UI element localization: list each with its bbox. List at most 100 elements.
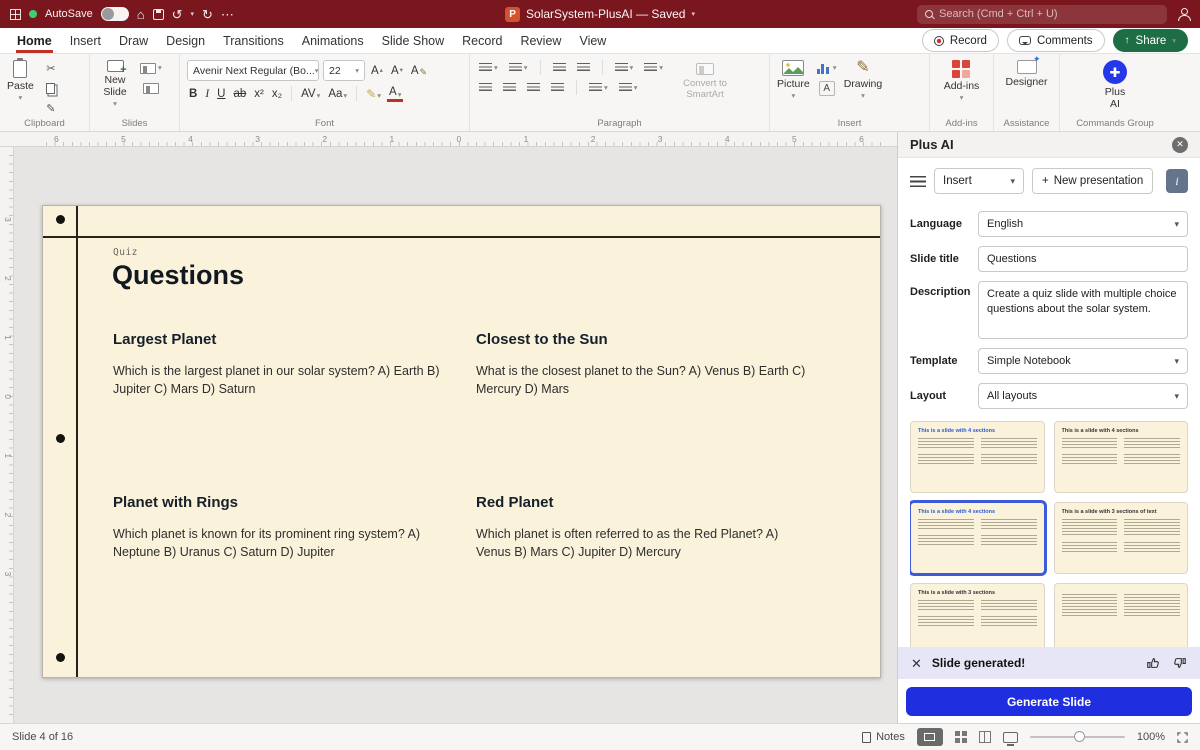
- align-text-button[interactable]: [617, 82, 640, 94]
- shrink-font-button[interactable]: A▾: [389, 65, 405, 77]
- undo-chevron-icon[interactable]: ▾: [190, 10, 194, 18]
- drawing-button[interactable]: ✎ Drawing: [844, 60, 883, 100]
- align-right-button[interactable]: [525, 82, 542, 94]
- new-slide-button[interactable]: New Slide: [97, 60, 133, 108]
- thumbs-up-icon[interactable]: [1146, 656, 1160, 670]
- template-select[interactable]: Simple Notebook: [978, 348, 1188, 374]
- layout-select[interactable]: All layouts: [978, 383, 1188, 409]
- account-icon[interactable]: [1177, 8, 1190, 21]
- italic-button[interactable]: I: [203, 88, 211, 100]
- numbering-button[interactable]: [507, 62, 530, 74]
- comments-button[interactable]: Comments: [1007, 29, 1105, 52]
- mode-select[interactable]: Insert: [934, 168, 1024, 194]
- question-block-2[interactable]: Closest to the Sun What is the closest p…: [476, 331, 808, 398]
- zoom-slider[interactable]: [1030, 736, 1125, 738]
- menu-icon[interactable]: [910, 176, 926, 187]
- document-title-area[interactable]: P SolarSystem-PlusAI — Saved ▾: [505, 0, 695, 28]
- notification-close-icon[interactable]: ✕: [911, 657, 922, 670]
- layout-thumbnail-1[interactable]: This is a slide with 4 sections: [910, 421, 1045, 493]
- description-input[interactable]: Create a quiz slide with multiple choice…: [978, 281, 1188, 339]
- section-icon[interactable]: [140, 80, 162, 96]
- language-select[interactable]: English: [978, 211, 1188, 237]
- fit-to-window-icon[interactable]: [1177, 732, 1188, 743]
- grow-font-button[interactable]: A▴: [369, 65, 385, 77]
- plus-ai-button[interactable]: ✚ Plus AI: [1100, 60, 1130, 110]
- generate-slide-button[interactable]: Generate Slide: [906, 687, 1192, 716]
- slide-title-input[interactable]: [978, 246, 1188, 272]
- chart-button[interactable]: [817, 60, 837, 76]
- subscript-button[interactable]: x₂: [270, 88, 284, 100]
- layout-thumbnail-4[interactable]: This is a slide with 3 sections of text: [1054, 502, 1189, 574]
- font-color-button[interactable]: A: [387, 86, 403, 102]
- title-chevron-icon[interactable]: ▾: [691, 10, 695, 18]
- horizontal-ruler[interactable]: 6 5 4 3 2 1 0 1 2 3 4 5 6: [0, 132, 897, 147]
- zoom-level[interactable]: 100%: [1137, 731, 1165, 743]
- layout-thumbnail-3-selected[interactable]: This is a slide with 4 sections: [910, 502, 1045, 574]
- new-presentation-button[interactable]: + New presentation: [1032, 168, 1153, 194]
- tab-design[interactable]: Design: [157, 30, 214, 52]
- panel-close-button[interactable]: ✕: [1172, 137, 1188, 153]
- tab-review[interactable]: Review: [511, 30, 570, 52]
- info-button[interactable]: i: [1166, 169, 1188, 193]
- change-case-button[interactable]: Aa: [326, 88, 349, 100]
- underline-button[interactable]: U: [215, 88, 227, 100]
- font-size-select[interactable]: 22: [323, 60, 365, 81]
- text-direction-button[interactable]: [587, 82, 610, 94]
- format-painter-icon[interactable]: ✎: [41, 100, 61, 116]
- line-spacing-button[interactable]: [613, 62, 636, 74]
- tab-slide-show[interactable]: Slide Show: [373, 30, 454, 52]
- thumbs-down-icon[interactable]: [1173, 656, 1187, 670]
- question-block-4[interactable]: Red Planet Which planet is often referre…: [476, 494, 808, 561]
- columns-button[interactable]: [642, 62, 665, 74]
- notes-button[interactable]: Notes: [862, 731, 905, 743]
- slideshow-button[interactable]: [1003, 732, 1018, 743]
- align-left-button[interactable]: [477, 82, 494, 94]
- tab-insert[interactable]: Insert: [61, 30, 110, 52]
- font-name-select[interactable]: Avenir Next Regular (Bo...: [187, 60, 319, 81]
- normal-view-button[interactable]: [917, 728, 943, 746]
- addins-button[interactable]: Add-ins: [944, 60, 980, 102]
- layout-thumbnail-2[interactable]: This is a slide with 4 sections: [1054, 421, 1189, 493]
- superscript-button[interactable]: x²: [252, 88, 266, 100]
- app-grid-icon[interactable]: [10, 9, 21, 20]
- share-button[interactable]: ↑ Share: [1113, 29, 1188, 52]
- convert-smartart-button[interactable]: Convert to SmartArt: [672, 60, 738, 101]
- designer-button[interactable]: Designer: [1005, 60, 1047, 88]
- decrease-indent-button[interactable]: [551, 62, 568, 74]
- save-icon[interactable]: [153, 9, 164, 20]
- more-commands-icon[interactable]: ⋯: [221, 8, 234, 21]
- clear-formatting-button[interactable]: A✎: [409, 65, 429, 77]
- redo-icon[interactable]: ↻: [202, 8, 213, 21]
- tab-record[interactable]: Record: [453, 30, 511, 52]
- copy-icon[interactable]: [41, 80, 61, 96]
- paste-button[interactable]: Paste: [7, 60, 34, 102]
- increase-indent-button[interactable]: [575, 62, 592, 74]
- search-box[interactable]: [917, 5, 1167, 24]
- reading-view-button[interactable]: [979, 731, 991, 743]
- strikethrough-button[interactable]: ab: [231, 88, 248, 100]
- tab-transitions[interactable]: Transitions: [214, 30, 293, 52]
- question-block-3[interactable]: Planet with Rings Which planet is known …: [113, 494, 445, 561]
- align-center-button[interactable]: [501, 82, 518, 94]
- character-spacing-button[interactable]: AV: [299, 88, 322, 100]
- cut-icon[interactable]: ✂: [41, 60, 61, 76]
- home-icon[interactable]: ⌂: [137, 8, 145, 21]
- undo-icon[interactable]: ↺: [172, 8, 183, 21]
- search-input[interactable]: [939, 8, 1159, 20]
- tab-home[interactable]: Home: [8, 30, 61, 52]
- tab-draw[interactable]: Draw: [110, 30, 157, 52]
- zoom-slider-knob[interactable]: [1074, 731, 1085, 742]
- picture-button[interactable]: Picture: [777, 60, 810, 100]
- slide-layout-icon[interactable]: [140, 60, 162, 76]
- slide[interactable]: Quiz Questions Largest Planet Which is t…: [42, 205, 881, 678]
- tab-view[interactable]: View: [570, 30, 615, 52]
- bold-button[interactable]: B: [187, 88, 199, 100]
- text-box-button[interactable]: A: [817, 80, 837, 96]
- layout-thumbnail-5[interactable]: This is a slide with 3 sections: [910, 583, 1045, 653]
- slide-title[interactable]: Questions: [112, 260, 244, 291]
- record-button[interactable]: Record: [922, 29, 999, 52]
- slide-sorter-view-button[interactable]: [955, 731, 967, 743]
- bullets-button[interactable]: [477, 62, 500, 74]
- layout-thumbnail-6[interactable]: [1054, 583, 1189, 653]
- highlight-button[interactable]: ✎: [364, 88, 383, 100]
